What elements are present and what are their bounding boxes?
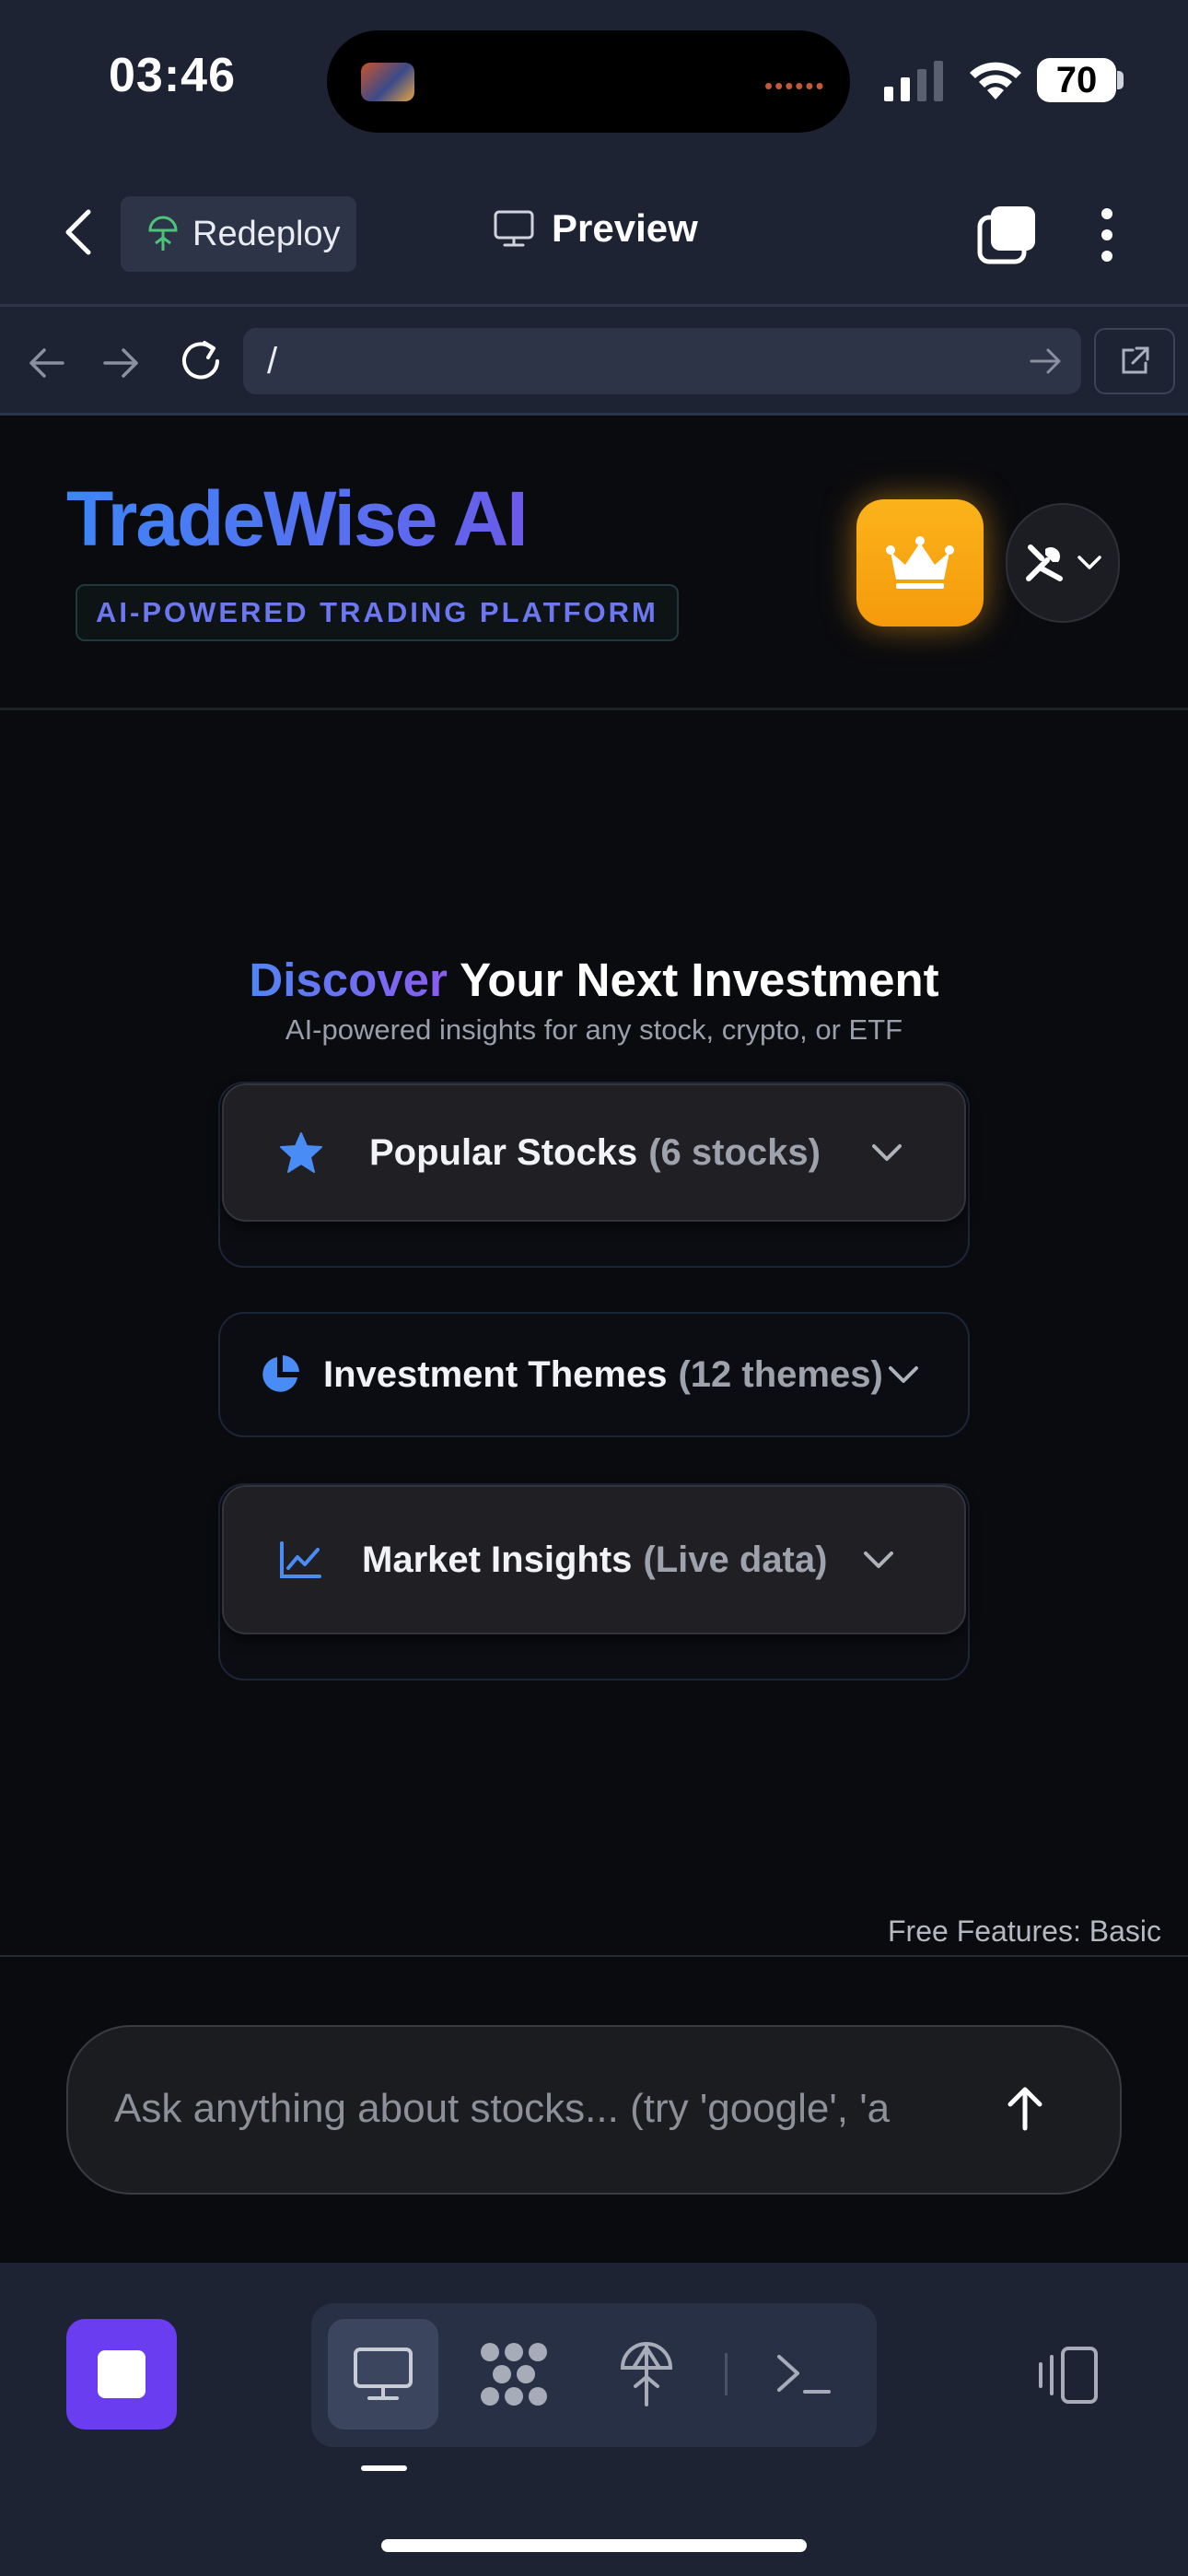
- deploy-icon[interactable]: [619, 2342, 674, 2406]
- terminal-icon[interactable]: [775, 2351, 833, 2397]
- tabs-icon[interactable]: [976, 205, 1037, 265]
- url-bar[interactable]: [243, 328, 1081, 394]
- deploy-icon: [148, 216, 178, 251]
- cellular-signal-icon: [884, 61, 943, 101]
- tagline-badge: AI-POWERED TRADING PLATFORM: [76, 584, 679, 641]
- external-link-icon: [1122, 346, 1149, 374]
- battery-indicator: 70: [1037, 58, 1116, 102]
- pie-chart-icon: [262, 1355, 299, 1392]
- stop-button[interactable]: [66, 2319, 177, 2430]
- section-meta: (6 stocks): [648, 1131, 821, 1173]
- hero-title: Discover Your Next Investment: [0, 953, 1188, 1007]
- star-icon: [280, 1132, 322, 1173]
- back-chevron-icon[interactable]: [55, 205, 101, 260]
- chevron-down-icon: [1077, 556, 1101, 569]
- divider: [0, 304, 1188, 307]
- market-insights-header[interactable]: Market Insights (Live data): [222, 1485, 966, 1634]
- footer-divider: [0, 1955, 1188, 1957]
- reload-icon[interactable]: [177, 337, 225, 385]
- open-external-button[interactable]: [1094, 328, 1175, 394]
- chevron-down-icon: [864, 1551, 894, 1568]
- section-label: Market Insights: [362, 1539, 633, 1580]
- brand-logo-text: TradeWise AI: [66, 475, 529, 562]
- live-activity-dots-icon: ••••••: [764, 72, 826, 100]
- section-label: Popular Stocks: [369, 1131, 638, 1173]
- tools-icon: [1026, 544, 1063, 581]
- active-tab-indicator: [361, 2465, 407, 2471]
- line-chart-icon: [280, 1541, 321, 1578]
- popular-stocks-header[interactable]: Popular Stocks (6 stocks): [222, 1083, 966, 1222]
- section-label: Investment Themes: [323, 1353, 668, 1395]
- nav-forward-icon[interactable]: [101, 343, 142, 383]
- live-activity-thumbnail: [361, 63, 414, 101]
- chevron-down-icon: [888, 1366, 918, 1383]
- preview-tab[interactable]: Preview: [493, 206, 698, 251]
- section-meta: (Live data): [643, 1539, 828, 1580]
- status-time: 03:46: [109, 49, 236, 102]
- premium-button[interactable]: [856, 499, 984, 626]
- segment-separator: [725, 2353, 728, 2395]
- preview-label: Preview: [552, 206, 698, 250]
- redeploy-label: Redeploy: [192, 214, 341, 253]
- send-arrow-icon[interactable]: [1004, 2084, 1046, 2132]
- monitor-icon: [494, 210, 534, 247]
- hero-title-rest: Your Next Investment: [447, 954, 939, 1006]
- monitor-icon: [354, 2348, 413, 2400]
- chat-input-placeholder[interactable]: Ask anything about stocks... (try 'googl…: [114, 2086, 976, 2132]
- hero-title-accent: Discover: [249, 954, 448, 1006]
- nav-back-icon[interactable]: [26, 343, 66, 383]
- url-go-arrow-icon[interactable]: [1030, 345, 1063, 377]
- apps-grid-icon[interactable]: [479, 2341, 549, 2407]
- redeploy-button[interactable]: Redeploy: [121, 196, 356, 272]
- hero-subtitle: AI-powered insights for any stock, crypt…: [285, 1013, 903, 1046]
- free-features-note: Free Features: Basic: [888, 1914, 1161, 1948]
- divider: [0, 413, 1188, 416]
- chevron-down-icon: [871, 1144, 902, 1161]
- investment-themes-header[interactable]: Investment Themes (12 themes): [218, 1312, 970, 1437]
- home-indicator: [381, 2539, 807, 2552]
- section-meta: (12 themes): [678, 1353, 883, 1395]
- wifi-icon: [970, 62, 1021, 100]
- url-text[interactable]: /: [267, 341, 277, 382]
- device-rotate-icon[interactable]: [1033, 2346, 1100, 2405]
- tools-menu-button[interactable]: [1006, 503, 1120, 623]
- more-options-icon[interactable]: [1087, 205, 1127, 265]
- crown-icon: [886, 536, 954, 589]
- header-divider: [0, 708, 1188, 710]
- battery-cap: [1117, 71, 1124, 89]
- stop-icon: [98, 2350, 146, 2398]
- view-preview-button[interactable]: [328, 2319, 438, 2430]
